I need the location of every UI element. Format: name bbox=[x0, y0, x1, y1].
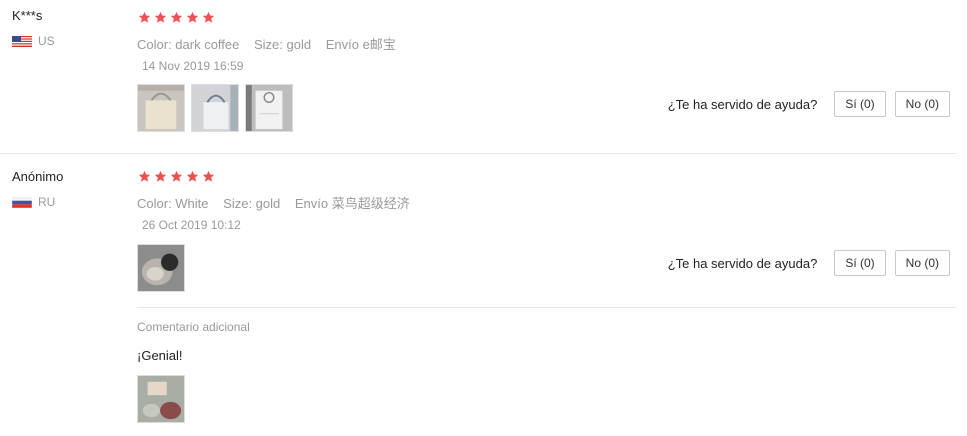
order-attributes: Color: White Size: gold Envío 菜鸟超级经济 bbox=[137, 193, 421, 212]
helpful-yes-button[interactable]: Sí (0) bbox=[834, 91, 886, 117]
helpful-question: ¿Te ha servido de ayuda? bbox=[667, 255, 818, 271]
review-photo-thumbnail[interactable] bbox=[245, 84, 293, 132]
star-icon bbox=[170, 170, 183, 182]
country-code: US bbox=[38, 34, 55, 48]
reviewer-country: RU bbox=[11, 195, 56, 209]
review-photos bbox=[137, 244, 185, 292]
review-date: 14 Nov 2019 16:59 bbox=[142, 59, 244, 73]
helpful-vote: ¿Te ha servido de ayuda? Sí (0) No (0) bbox=[668, 250, 950, 276]
star-rating bbox=[138, 170, 215, 183]
review-item: Anónimo RU Color: White Size: gold Envío… bbox=[0, 154, 967, 436]
review-photo-thumbnail[interactable] bbox=[137, 244, 185, 292]
star-icon bbox=[202, 170, 215, 182]
review-item: K***s US Color: dark coffee Size: gold E… bbox=[0, 0, 967, 154]
star-icon bbox=[170, 11, 183, 23]
ru-flag-icon bbox=[11, 196, 33, 208]
reviewer-country: US bbox=[12, 34, 55, 48]
additional-comment-label: Comentario adicional bbox=[137, 320, 250, 334]
helpful-vote: ¿Te ha servido de ayuda? Sí (0) No (0) bbox=[668, 91, 950, 117]
review-photo-thumbnail[interactable] bbox=[137, 375, 185, 423]
star-icon bbox=[154, 11, 167, 23]
attr-size: Size: gold bbox=[254, 37, 312, 52]
order-attributes: Color: dark coffee Size: gold Envío e邮宝 bbox=[137, 34, 407, 53]
star-icon bbox=[186, 11, 199, 23]
attr-color: Color: White bbox=[137, 196, 209, 211]
us-flag-icon bbox=[12, 35, 32, 47]
star-icon bbox=[138, 170, 151, 182]
review-date: 26 Oct 2019 10:12 bbox=[142, 218, 241, 232]
helpful-question: ¿Te ha servido de ayuda? bbox=[667, 96, 818, 112]
star-icon bbox=[202, 11, 215, 23]
helpful-no-button[interactable]: No (0) bbox=[894, 91, 950, 117]
additional-comment-text: ¡Genial! bbox=[137, 348, 183, 363]
additional-divider bbox=[137, 307, 957, 308]
country-code: RU bbox=[38, 195, 56, 209]
attr-shipping: Envío e邮宝 bbox=[325, 37, 396, 52]
helpful-yes-button[interactable]: Sí (0) bbox=[834, 250, 886, 276]
star-rating bbox=[138, 11, 215, 24]
helpful-no-button[interactable]: No (0) bbox=[894, 250, 950, 276]
additional-photos bbox=[137, 375, 185, 423]
reviewer-name: Anónimo bbox=[12, 169, 64, 184]
review-photo-thumbnail[interactable] bbox=[137, 84, 185, 132]
star-icon bbox=[138, 11, 151, 23]
attr-shipping: Envío 菜鸟超级经济 bbox=[294, 196, 410, 211]
review-photo-thumbnail[interactable] bbox=[191, 84, 239, 132]
review-photos bbox=[137, 84, 293, 132]
star-icon bbox=[186, 170, 199, 182]
reviewer-name: K***s bbox=[12, 8, 43, 23]
attr-color: Color: dark coffee bbox=[137, 37, 240, 52]
attr-size: Size: gold bbox=[223, 196, 281, 211]
star-icon bbox=[154, 170, 167, 182]
